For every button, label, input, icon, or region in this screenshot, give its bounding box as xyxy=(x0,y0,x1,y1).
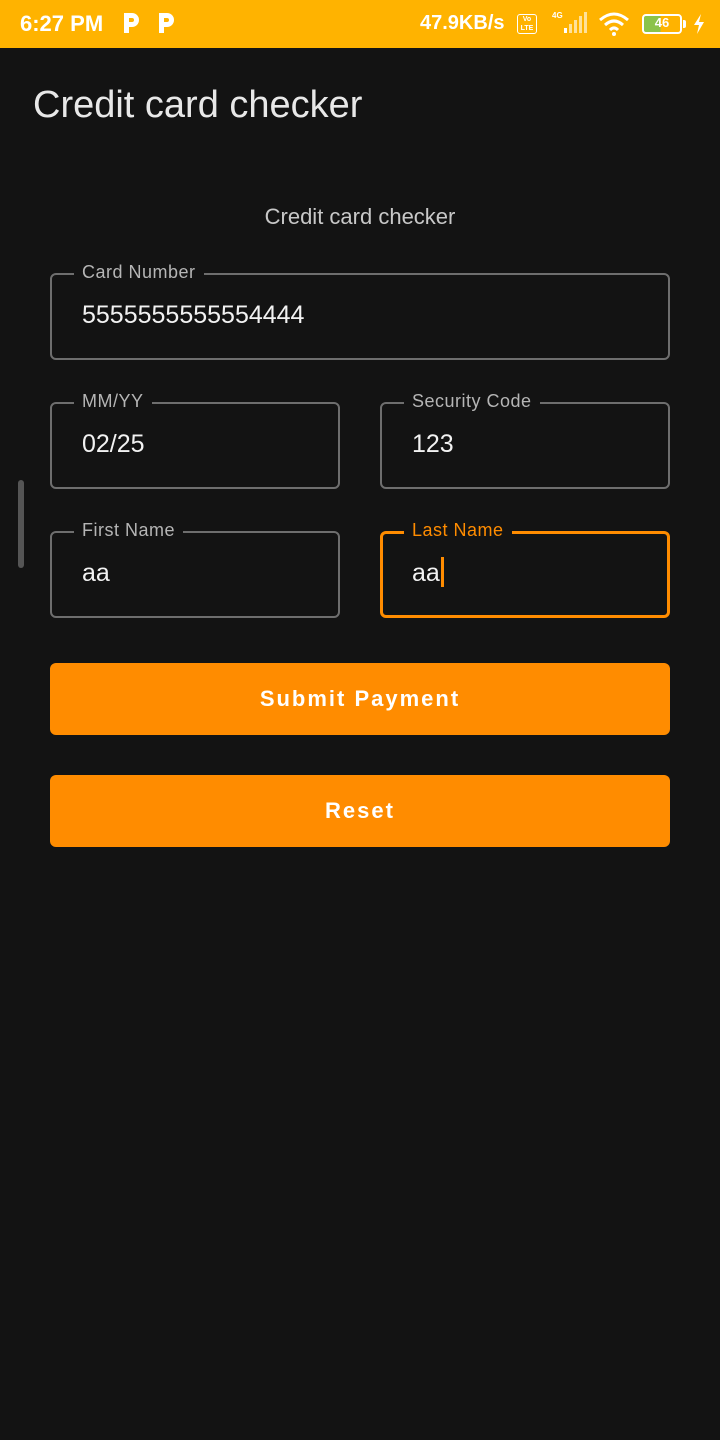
network-type-label: 4G xyxy=(552,11,563,20)
card-number-value[interactable]: 5555555555554444 xyxy=(82,301,304,330)
expiry-value[interactable]: 02/25 xyxy=(82,430,145,459)
last-name-label: Last Name xyxy=(404,520,512,541)
security-code-label: Security Code xyxy=(404,391,540,412)
expiry-field[interactable]: MM/YY 02/25 xyxy=(50,391,340,489)
first-name-label: First Name xyxy=(74,520,184,541)
status-bar: 6:27 PM 47.9KB/s Vo LTE 4G 46 xyxy=(0,0,720,48)
last-name-value: aa xyxy=(412,559,440,587)
last-name-input[interactable]: aa xyxy=(412,557,444,589)
scroll-indicator[interactable] xyxy=(18,480,24,568)
security-code-field[interactable]: Security Code 123 xyxy=(380,391,670,489)
parking-app-icon xyxy=(159,13,174,33)
last-name-field[interactable]: Last Name aa xyxy=(380,520,670,618)
status-time: 6:27 PM xyxy=(20,11,104,36)
battery-tip xyxy=(683,20,686,28)
card-number-label: Card Number xyxy=(74,262,204,283)
first-name-value[interactable]: aa xyxy=(82,559,110,588)
security-code-value[interactable]: 123 xyxy=(412,430,454,459)
parking-app-icon xyxy=(124,13,139,33)
battery-icon: 46 xyxy=(642,14,682,34)
card-number-field[interactable]: Card Number 5555555555554444 xyxy=(50,262,670,360)
battery-level: 46 xyxy=(654,15,670,30)
cell-signal-icon: 4G xyxy=(552,11,587,33)
form-heading: Credit card checker xyxy=(264,204,456,229)
page-title: Credit card checker xyxy=(33,84,363,126)
submit-payment-button[interactable]: Submit Payment xyxy=(50,663,670,735)
wifi-icon xyxy=(599,12,629,36)
first-name-field[interactable]: First Name aa xyxy=(50,520,340,618)
text-caret xyxy=(440,557,444,588)
network-speed: 47.9KB/s xyxy=(420,12,505,34)
reset-button[interactable]: Reset xyxy=(50,775,670,847)
charging-bolt-icon xyxy=(694,14,704,34)
volte-icon: Vo LTE xyxy=(517,14,537,34)
expiry-label: MM/YY xyxy=(74,391,152,412)
